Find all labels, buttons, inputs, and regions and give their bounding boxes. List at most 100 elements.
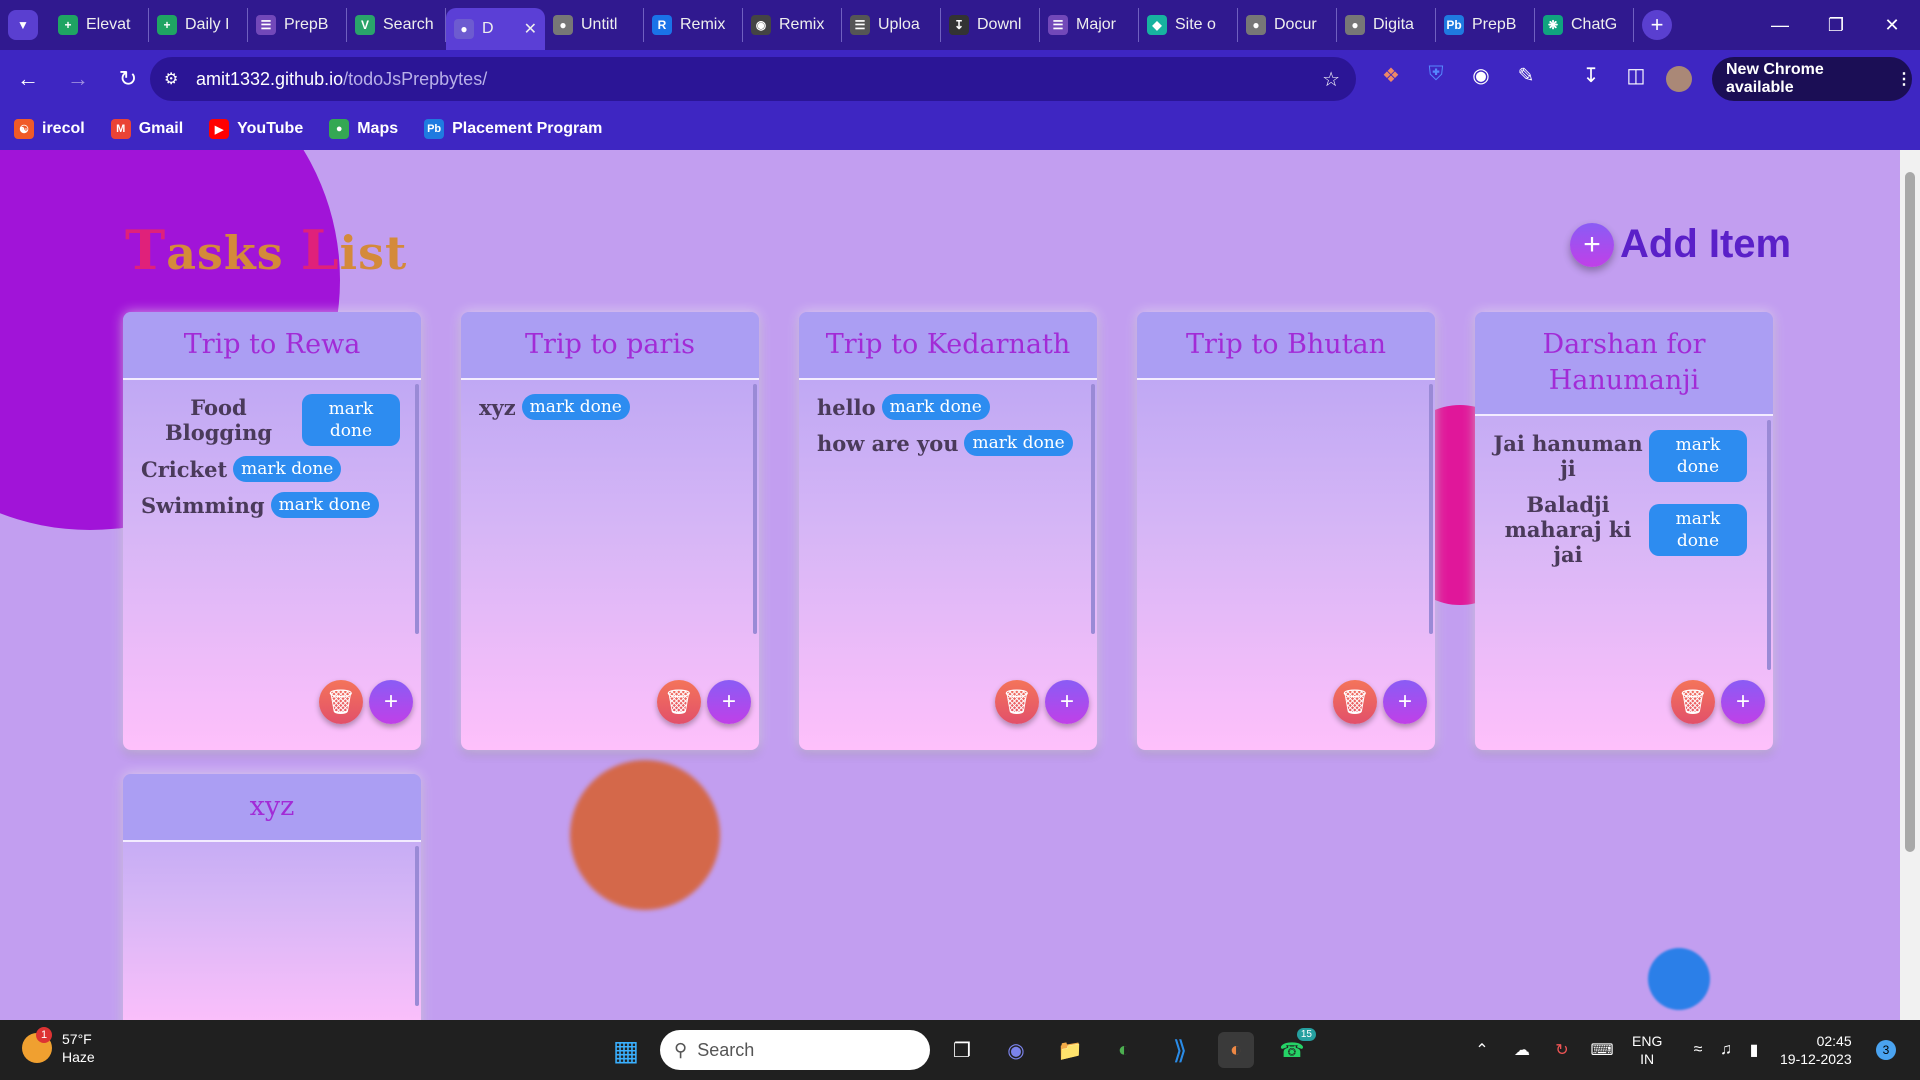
file-explorer-icon[interactable]: 📁	[1052, 1032, 1088, 1068]
add-item-button[interactable]: + Add Item	[1570, 222, 1791, 267]
tab-8[interactable]: ☰ Uploa	[842, 8, 941, 42]
task-item: Jai hanuman ji mark done	[1493, 430, 1755, 482]
add-task-button[interactable]: +	[707, 680, 751, 724]
irecol-icon: ☯	[14, 119, 34, 139]
tab-9[interactable]: ↧ Downl	[941, 8, 1040, 42]
background-blob-orange	[570, 760, 720, 910]
tab-2[interactable]: ☰ PrepB	[248, 8, 347, 42]
card-scrollbar[interactable]	[1767, 420, 1771, 670]
teams-icon[interactable]: ◉	[998, 1032, 1034, 1068]
add-task-button[interactable]: +	[1721, 680, 1765, 724]
shield-extension-icon[interactable]: ⛨	[1421, 63, 1451, 86]
card-scrollbar[interactable]	[1429, 384, 1433, 634]
tab-15[interactable]: ❋ ChatG	[1535, 8, 1634, 42]
vscode-icon[interactable]: ⟫	[1162, 1032, 1198, 1068]
battery-icon[interactable]: ▮	[1736, 1032, 1772, 1068]
tab-10[interactable]: ☰ Major	[1040, 8, 1139, 42]
mark-done-button[interactable]: mark done	[1649, 503, 1747, 556]
tab-strip: ▼ + Elevat + Daily I ☰ PrepB V Search ● D ✕ ● Untitl…	[0, 0, 1920, 50]
extensions-icon[interactable]: ✎	[1511, 63, 1541, 88]
chrome-active-icon[interactable]: ◐	[1218, 1032, 1254, 1068]
mark-done-button[interactable]: mark done	[881, 394, 990, 420]
more-menu-icon[interactable]: ⋮	[1896, 69, 1912, 89]
reload-icon[interactable]: ↻	[106, 66, 150, 92]
new-chrome-label: New Chrome available	[1726, 61, 1824, 96]
delete-card-button[interactable]: 🗑	[319, 680, 363, 724]
tab-1[interactable]: + Daily I	[149, 8, 248, 42]
tab-13[interactable]: ● Digita	[1337, 8, 1436, 42]
tab-4[interactable]: ● D ✕	[446, 8, 545, 50]
mark-done-button[interactable]: mark done	[1649, 430, 1747, 482]
prepbytes-icon: Pb	[1444, 15, 1464, 35]
delete-card-button[interactable]: 🗑	[995, 680, 1039, 724]
new-chrome-available-button[interactable]: New Chrome available ⋮	[1712, 57, 1912, 101]
mark-done-button[interactable]: mark done	[233, 456, 342, 482]
chrome-icon[interactable]: ◐	[1106, 1032, 1142, 1068]
tab-7[interactable]: ◉ Remix	[743, 8, 842, 42]
taskbar-search[interactable]: ⚲ Search	[660, 1030, 930, 1070]
card-title: Trip to Bhutan	[1137, 312, 1435, 380]
minimize-icon[interactable]: —	[1752, 15, 1808, 36]
windows-taskbar: 1 57°F Haze ▦ ⚲ Search ❐ ◉ 📁 ◐ ⟫ ◐ ☎ 15 ⌃…	[0, 1020, 1920, 1080]
mark-done-button[interactable]: mark done	[964, 430, 1073, 456]
delete-card-button[interactable]: 🗑	[1671, 680, 1715, 724]
restore-icon[interactable]: ❐	[1808, 15, 1864, 36]
bookmark-3[interactable]: ● Maps	[329, 119, 398, 139]
page-scrollbar[interactable]	[1900, 150, 1920, 1020]
side-panel-icon[interactable]: ◫	[1621, 63, 1651, 88]
add-task-button[interactable]: +	[1045, 680, 1089, 724]
tab-11[interactable]: ◆ Site o	[1139, 8, 1238, 42]
whatsapp-badge: 15	[1296, 1028, 1316, 1041]
new-tab-button[interactable]: +	[1642, 10, 1672, 40]
whatsapp-icon[interactable]: ☎ 15	[1274, 1028, 1316, 1068]
add-task-button[interactable]: +	[369, 680, 413, 724]
close-tab-icon[interactable]: ✕	[524, 19, 537, 39]
language-indicator[interactable]: ENG IN	[1632, 1032, 1662, 1068]
camera-extension-icon[interactable]: ◉	[1466, 63, 1496, 88]
keyboard-icon[interactable]: ⌨	[1584, 1032, 1620, 1068]
card-scrollbar[interactable]	[753, 384, 757, 634]
weather-temp: 57°F	[62, 1031, 92, 1047]
tab-0[interactable]: + Elevat	[50, 8, 149, 42]
bookmark-2[interactable]: ▶ YouTube	[209, 119, 303, 139]
add-task-button[interactable]: +	[1383, 680, 1427, 724]
profile-avatar[interactable]	[1666, 66, 1692, 92]
scrollbar-thumb[interactable]	[1905, 172, 1915, 852]
card-scrollbar[interactable]	[415, 846, 419, 1006]
downloads-icon[interactable]: ↧	[1576, 63, 1606, 88]
close-window-icon[interactable]: ✕	[1864, 15, 1920, 36]
delete-card-button[interactable]: 🗑	[657, 680, 701, 724]
task-view-icon[interactable]: ❐	[944, 1032, 980, 1068]
sync-icon[interactable]: ↻	[1544, 1032, 1580, 1068]
forward-icon[interactable]: →	[56, 66, 100, 92]
mark-done-button[interactable]: mark done	[521, 394, 630, 420]
address-bar[interactable]: ⚙ amit1332.github.io/todoJsPrepbytes/ ☆	[150, 57, 1356, 101]
tab-6[interactable]: R Remix	[644, 8, 743, 42]
onedrive-icon[interactable]: ☁	[1504, 1032, 1540, 1068]
task-item: Swimming mark done	[141, 492, 403, 518]
card-scrollbar[interactable]	[1091, 384, 1095, 634]
site-info-icon[interactable]: ⚙	[164, 69, 178, 89]
delete-card-button[interactable]: 🗑	[1333, 680, 1377, 724]
windows-start-icon[interactable]: ▦	[608, 1032, 644, 1068]
weather-widget[interactable]: 1 57°F Haze	[22, 1027, 95, 1066]
mark-done-button[interactable]: mark done	[302, 394, 400, 446]
clock[interactable]: 02:45 19-12-2023	[1780, 1032, 1852, 1068]
card-item-list	[1137, 380, 1435, 394]
card-scrollbar[interactable]	[415, 384, 419, 634]
bookmark-4[interactable]: Pb Placement Program	[424, 119, 602, 139]
globe-icon: ●	[454, 19, 474, 39]
tab-3[interactable]: V Search	[347, 8, 446, 42]
bookmark-star-icon[interactable]: ☆	[1322, 67, 1340, 92]
bookmark-0[interactable]: ☯ irecol	[14, 119, 85, 139]
tab-14[interactable]: Pb PrepB	[1436, 8, 1535, 42]
tab-12[interactable]: ● Docur	[1238, 8, 1337, 42]
tab-search-button[interactable]: ▼	[8, 10, 38, 40]
bookmark-1[interactable]: M Gmail	[110, 119, 183, 139]
notification-badge[interactable]: 3	[1876, 1040, 1896, 1060]
show-hidden-icons[interactable]: ⌃	[1464, 1032, 1500, 1068]
back-icon[interactable]: ←	[6, 66, 50, 92]
mark-done-button[interactable]: mark done	[270, 492, 379, 518]
tab-5[interactable]: ● Untitl	[545, 8, 644, 42]
color-picker-extension-icon[interactable]: ❖	[1376, 63, 1406, 88]
